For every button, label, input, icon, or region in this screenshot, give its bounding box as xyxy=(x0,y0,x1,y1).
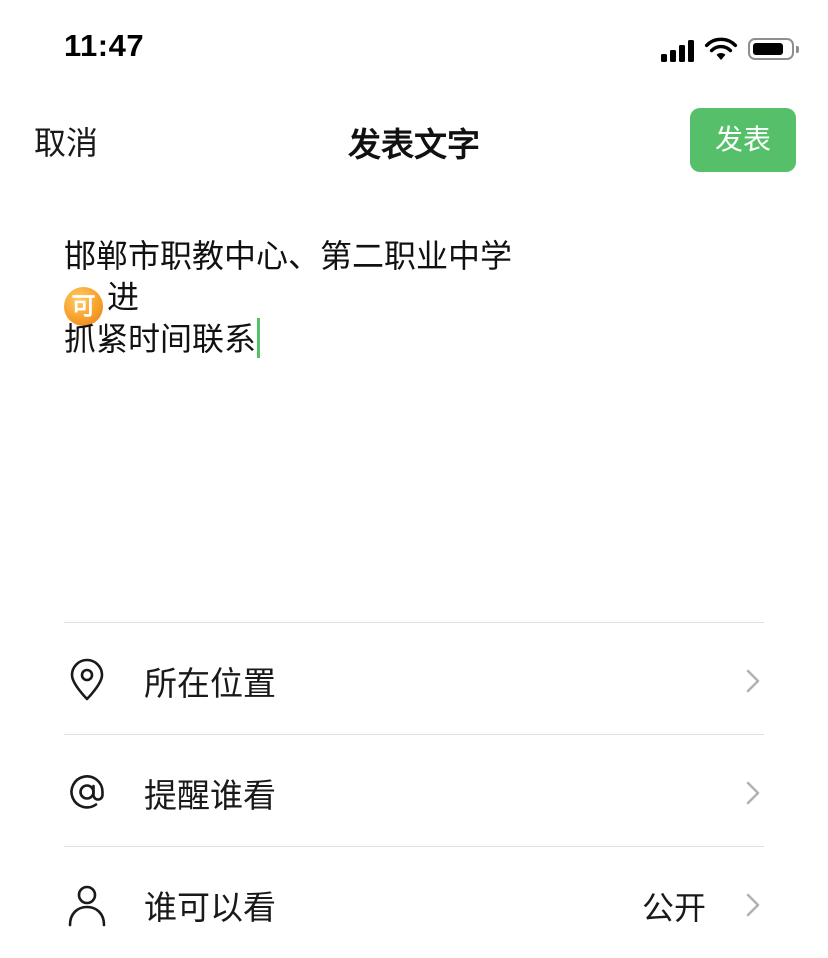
visibility-row[interactable]: 谁可以看 公开 xyxy=(64,846,764,958)
location-label: 所在位置 xyxy=(144,664,276,703)
text-cursor xyxy=(257,318,261,358)
post-text-line: 邯郸市职教中心、第二职业中学 xyxy=(64,237,513,275)
status-bar: 11:47 xyxy=(0,0,828,96)
publish-button[interactable]: 发表 xyxy=(690,108,796,172)
post-text-line: 可进 xyxy=(64,277,764,326)
post-text-input[interactable]: 邯郸市职教中心、第二职业中学 可进 抓紧时间联系 xyxy=(64,236,764,359)
post-text-fragment: 抓紧时间联系 xyxy=(64,320,257,358)
chevron-right-icon xyxy=(746,781,760,805)
battery-icon xyxy=(748,38,799,60)
chevron-right-icon xyxy=(746,893,760,917)
location-pin-icon xyxy=(70,658,104,701)
status-icons xyxy=(661,36,799,62)
chevron-right-icon xyxy=(746,669,760,693)
location-row[interactable]: 所在位置 xyxy=(64,622,764,734)
visibility-label: 谁可以看 xyxy=(144,888,276,927)
battery-level xyxy=(753,43,783,55)
visibility-value: 公开 xyxy=(641,889,706,927)
remind-who-label: 提醒谁看 xyxy=(144,776,276,815)
nav-bar: 取消 发表文字 发表 xyxy=(0,100,828,180)
person-icon xyxy=(68,885,106,927)
signal-icon xyxy=(661,38,694,62)
wifi-icon xyxy=(704,37,738,60)
at-sign-icon xyxy=(70,775,104,809)
post-text-fragment: 进 xyxy=(107,278,140,316)
remind-who-row[interactable]: 提醒谁看 xyxy=(64,734,764,846)
post-text-line: 抓紧时间联系 xyxy=(64,318,764,359)
post-options-list: 所在位置 提醒谁看 谁可以看 公开 xyxy=(64,622,764,958)
status-time: 11:47 xyxy=(64,28,145,63)
